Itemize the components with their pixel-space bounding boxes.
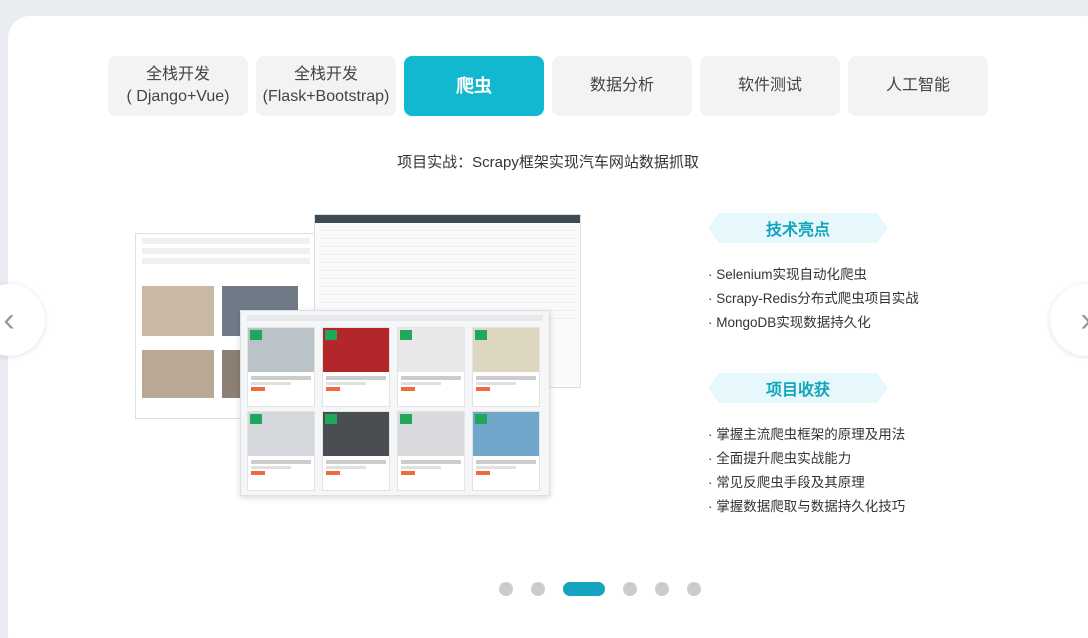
list-item: · Scrapy-Redis分布式爬虫项目实战 <box>708 291 919 306</box>
pagination-dot[interactable] <box>655 582 669 596</box>
gains-heading: 项目收获 <box>708 373 888 403</box>
pagination-dot[interactable] <box>687 582 701 596</box>
project-subtitle: 项目实战：Scrapy框架实现汽车网站数据抓取 <box>397 154 699 171</box>
tab-data-analysis[interactable]: 数据分析 <box>552 56 692 116</box>
gains-list: · 掌握主流爬虫框架的原理及用法 · 全面提升爬虫实战能力 · 常见反爬虫手段及… <box>708 423 905 519</box>
list-item: · 掌握数据爬取与数据持久化技巧 <box>708 499 906 514</box>
highlights-list: · Selenium实现自动化爬虫 · Scrapy-Redis分布式爬虫项目实… <box>708 263 919 335</box>
list-item: · Selenium实现自动化爬虫 <box>708 267 868 282</box>
chevron-right-icon: › <box>1080 301 1088 340</box>
pagination-dot[interactable] <box>531 582 545 596</box>
pagination-dot[interactable] <box>623 582 637 596</box>
course-tabs: 全栈开发 ( Django+Vue) 全栈开发 (Flask+Bootstrap… <box>108 56 988 116</box>
tab-software-testing[interactable]: 软件测试 <box>700 56 840 116</box>
pagination-dot-active[interactable] <box>563 582 605 596</box>
chevron-left-icon: ‹ <box>3 300 15 339</box>
pagination-dot[interactable] <box>499 582 513 596</box>
list-item: · 全面提升爬虫实战能力 <box>708 451 852 466</box>
tab-flask-bootstrap[interactable]: 全栈开发 (Flask+Bootstrap) <box>256 56 396 116</box>
tab-django-vue[interactable]: 全栈开发 ( Django+Vue) <box>108 56 248 116</box>
slide-pagination <box>499 582 701 596</box>
list-item: · MongoDB实现数据持久化 <box>708 315 871 330</box>
screenshot-car-listings <box>240 310 550 496</box>
list-item: · 常见反爬虫手段及其原理 <box>708 475 865 490</box>
highlights-heading: 技术亮点 <box>708 213 888 243</box>
tab-ai[interactable]: 人工智能 <box>848 56 988 116</box>
list-item: · 掌握主流爬虫框架的原理及用法 <box>708 427 906 442</box>
tab-crawler[interactable]: 爬虫 <box>404 56 544 116</box>
